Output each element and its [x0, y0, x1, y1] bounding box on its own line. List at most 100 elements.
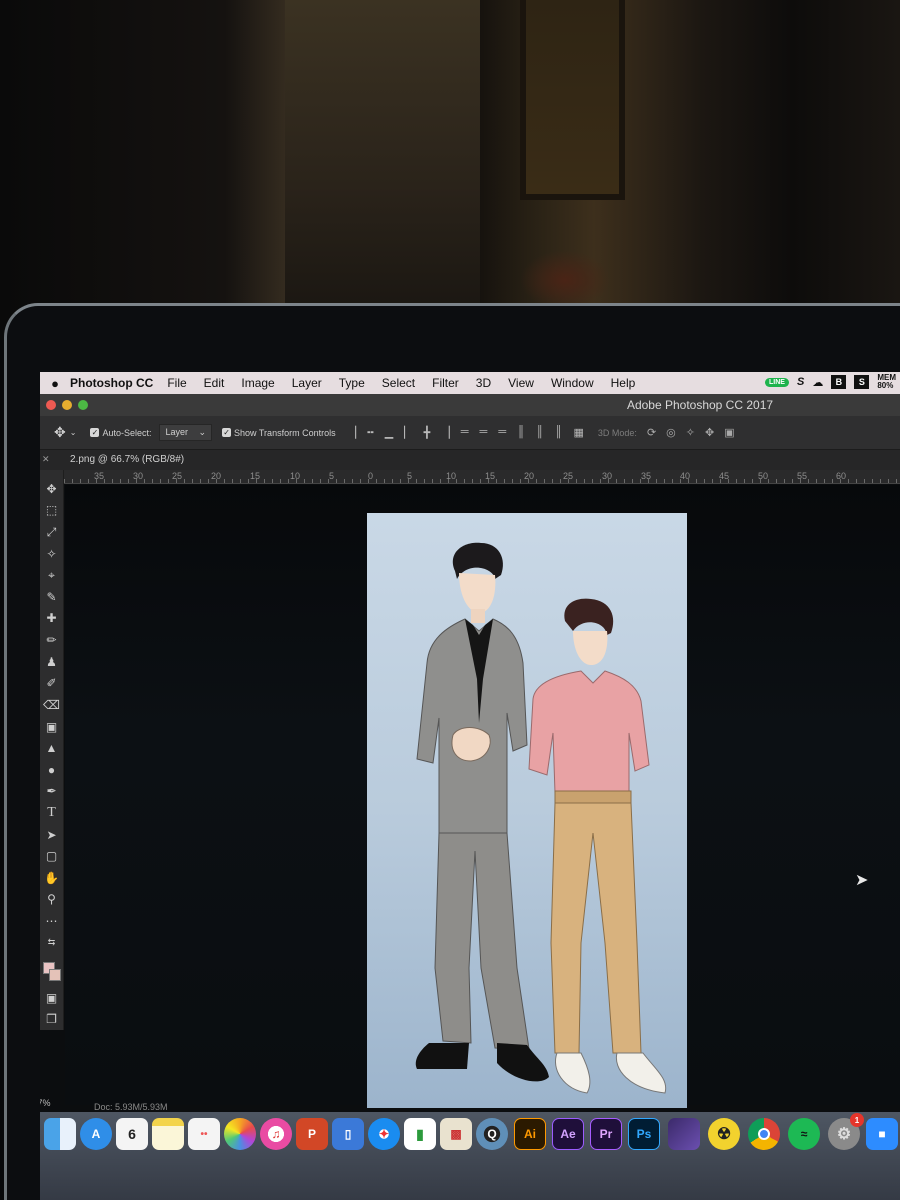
- auto-align-icon[interactable]: ▦: [574, 426, 584, 439]
- align-right-icon[interactable]: ▕: [441, 426, 449, 439]
- menu-type[interactable]: Type: [339, 376, 365, 390]
- move-tool-icon[interactable]: ✥: [54, 424, 66, 441]
- more-tools-icon[interactable]: ⋯: [42, 910, 62, 932]
- document-canvas[interactable]: [367, 513, 687, 1108]
- eyedropper-tool-icon[interactable]: ✎: [42, 586, 62, 608]
- blur-tool-icon[interactable]: ▲: [42, 737, 62, 759]
- finder-icon[interactable]: [44, 1118, 76, 1150]
- crop-tool-icon[interactable]: ⌖: [42, 564, 62, 586]
- menu-window[interactable]: Window: [551, 376, 594, 390]
- safari-icon[interactable]: ✦: [368, 1118, 400, 1150]
- eraser-tool-icon[interactable]: ⌫: [42, 694, 62, 716]
- swap-colors-icon[interactable]: ⇆: [42, 932, 62, 954]
- shape-tool-icon[interactable]: ▢: [42, 845, 62, 867]
- menu-layer[interactable]: Layer: [292, 376, 322, 390]
- photoshop-icon[interactable]: Ps: [628, 1118, 660, 1150]
- s-status-icon[interactable]: S: [854, 375, 870, 389]
- auto-select-checkbox[interactable]: ✓: [90, 428, 100, 437]
- photos-icon[interactable]: [224, 1118, 256, 1150]
- align-horizontal-center-icon[interactable]: ╋: [424, 426, 431, 439]
- keynote-icon[interactable]: ▯: [332, 1118, 364, 1150]
- minimize-window-icon[interactable]: [62, 400, 72, 410]
- quicktime-icon[interactable]: Q: [476, 1118, 508, 1150]
- orbit-3d-icon[interactable]: ⟳: [647, 426, 656, 439]
- roll-3d-icon[interactable]: ◎: [666, 426, 676, 439]
- reminders-icon[interactable]: ••: [188, 1118, 220, 1150]
- document-tab[interactable]: 2.png @ 66.7% (RGB/8#): [70, 454, 184, 465]
- color-swatches[interactable]: [42, 959, 62, 987]
- close-window-icon[interactable]: [46, 400, 56, 410]
- line-status-icon[interactable]: LINE: [765, 377, 789, 387]
- creative-cloud-icon[interactable]: ☁: [812, 376, 823, 389]
- history-brush-tool-icon[interactable]: ✐: [42, 672, 62, 694]
- distribute-center-icon[interactable]: ═: [480, 426, 488, 439]
- itunes-icon[interactable]: ♫: [260, 1118, 292, 1150]
- brush-tool-icon[interactable]: ✏: [42, 629, 62, 651]
- calendar-icon[interactable]: 6: [116, 1118, 148, 1150]
- radiation-icon[interactable]: ☢: [708, 1118, 740, 1150]
- app-store-icon[interactable]: A: [80, 1118, 112, 1150]
- app-name-menu[interactable]: Photoshop CC: [70, 376, 153, 390]
- apple-menu-icon[interactable]: ●: [40, 376, 70, 391]
- system-preferences-icon[interactable]: ⚙ 1: [828, 1113, 864, 1150]
- drag-3d-icon[interactable]: ✧: [686, 426, 695, 439]
- distribute-bottom-icon[interactable]: ═: [498, 426, 506, 439]
- align-top-icon[interactable]: ▕: [348, 426, 356, 439]
- align-bottom-icon[interactable]: ▁: [385, 426, 393, 439]
- camera-3d-icon[interactable]: ▣: [724, 426, 734, 439]
- powerpoint-icon[interactable]: P: [296, 1118, 328, 1150]
- clone-stamp-tool-icon[interactable]: ♟: [42, 651, 62, 673]
- menu-image[interactable]: Image: [241, 376, 274, 390]
- hand-tool-icon[interactable]: ✋: [42, 867, 62, 889]
- s-brand-icon[interactable]: S: [797, 376, 804, 388]
- distribute-left-icon[interactable]: ║: [517, 426, 525, 439]
- close-tab-icon[interactable]: ✕: [42, 454, 50, 465]
- notes-icon[interactable]: [152, 1118, 184, 1150]
- menu-select[interactable]: Select: [382, 376, 415, 390]
- menu-help[interactable]: Help: [611, 376, 636, 390]
- numbers-icon[interactable]: ▮: [404, 1118, 436, 1150]
- align-left-icon[interactable]: ▏: [404, 426, 412, 439]
- slide-3d-icon[interactable]: ✥: [705, 426, 714, 439]
- after-effects-icon[interactable]: Ae: [552, 1118, 584, 1150]
- distribute-top-icon[interactable]: ═: [461, 426, 469, 439]
- auto-select-dropdown[interactable]: Layer ⌄: [159, 424, 213, 441]
- healing-brush-tool-icon[interactable]: ✚: [42, 608, 62, 630]
- horizontal-ruler[interactable]: 35 30 25 20 15 10 5 0 5 10 15 20 25 30 3…: [64, 470, 900, 484]
- pen-tool-icon[interactable]: ✒: [42, 781, 62, 803]
- chevron-down-icon[interactable]: ⌄: [70, 428, 77, 437]
- show-transform-checkbox[interactable]: ✓: [222, 428, 232, 437]
- screen-mode-icon[interactable]: ❐: [42, 1009, 62, 1031]
- doc-size[interactable]: Doc: 5.93M/5.93M: [94, 1102, 168, 1112]
- align-vertical-center-icon[interactable]: ╍: [367, 426, 374, 439]
- distribute-right-icon[interactable]: ║: [555, 426, 563, 439]
- media-encoder-icon[interactable]: [668, 1118, 700, 1150]
- marquee-tool-icon[interactable]: ⬚: [42, 500, 62, 522]
- lasso-tool-icon[interactable]: ⤢: [42, 521, 62, 543]
- preview-icon[interactable]: ▩: [440, 1118, 472, 1150]
- spotify-icon[interactable]: ≈: [788, 1118, 820, 1150]
- zoom-app-icon[interactable]: ■: [866, 1118, 898, 1150]
- move-tool-icon[interactable]: ✥: [42, 478, 62, 500]
- menu-3d[interactable]: 3D: [476, 376, 491, 390]
- quick-mask-icon[interactable]: ▣: [42, 987, 62, 1009]
- zoom-window-icon[interactable]: [78, 400, 88, 410]
- premiere-icon[interactable]: Pr: [590, 1118, 622, 1150]
- menu-edit[interactable]: Edit: [204, 376, 225, 390]
- memory-status[interactable]: MEM 80%: [877, 374, 896, 390]
- dodge-tool-icon[interactable]: ●: [42, 759, 62, 781]
- bi-status-icon[interactable]: B: [831, 375, 847, 389]
- path-selection-tool-icon[interactable]: ➤: [42, 824, 62, 846]
- chrome-icon[interactable]: [748, 1118, 780, 1150]
- distribute-hcenter-icon[interactable]: ║: [536, 426, 544, 439]
- background-color-swatch[interactable]: [48, 969, 61, 982]
- zoom-tool-icon[interactable]: ⚲: [42, 889, 62, 911]
- type-tool-icon[interactable]: T: [42, 802, 62, 824]
- zoom-level[interactable]: 66.67%: [40, 1098, 51, 1108]
- menu-view[interactable]: View: [508, 376, 534, 390]
- illustrator-icon[interactable]: Ai: [514, 1118, 546, 1150]
- menu-filter[interactable]: Filter: [432, 376, 459, 390]
- menu-file[interactable]: File: [167, 376, 186, 390]
- magic-wand-tool-icon[interactable]: ✧: [42, 543, 62, 565]
- gradient-tool-icon[interactable]: ▣: [42, 716, 62, 738]
